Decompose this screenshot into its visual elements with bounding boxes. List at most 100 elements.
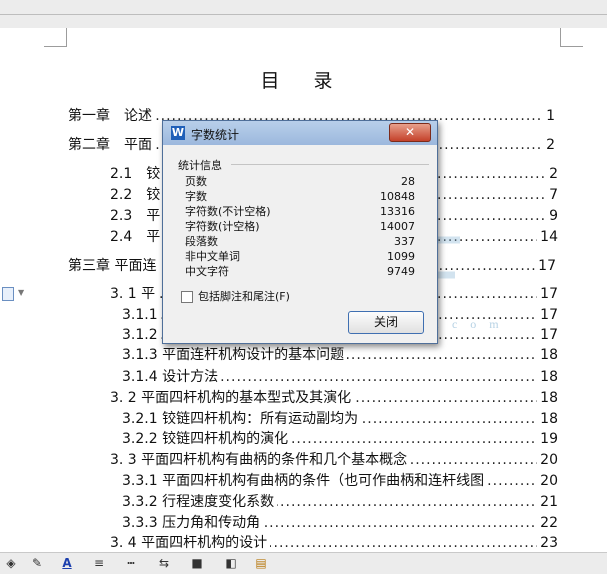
stat-value: 1099 [387,250,415,263]
stat-label: 中文字符 [185,265,229,278]
toc-line[interactable]: 3.2.2 铰链四杆机构的演化.........................… [122,429,558,449]
toc-entry-text: 2.3 平 [110,206,164,226]
stat-label: 字数 [185,190,207,203]
toc-entry-text: 3.3.1 平面四杆机构有曲柄的条件（也可作曲柄和连杆线图 [122,471,488,491]
include-footnotes-option[interactable]: 包括脚注和尾注(F) [181,289,290,304]
toc-page-number: 23 [537,533,558,552]
toc-entry-text: 3. 2 平面四杆机构的基本型式及其演化 [110,388,355,408]
dash-style-icon[interactable]: ┅ [122,555,140,571]
toc-entry-text: 3. 1 平 [110,284,159,304]
toc-page-number: 17 [537,284,558,304]
stat-row: 非中文单词 1099 [185,249,415,264]
toc-page-number: 2 [543,135,555,155]
arrow-style-icon[interactable]: ⇆ [155,555,173,571]
toc-line[interactable]: 3.3.2 行程速度变化系数..........................… [122,492,558,512]
chevron-down-icon[interactable]: ▼ [18,288,24,297]
stat-value: 14007 [380,220,415,233]
include-footnotes-checkbox[interactable] [181,291,193,303]
toc-page-number: 21 [537,492,558,512]
document-margin-icon[interactable] [2,287,14,301]
include-footnotes-label: 包括脚注和尾注(F) [198,290,290,303]
stat-value: 10848 [380,190,415,203]
stat-row: 中文字符 9749 [185,264,415,279]
toc-entry-text: 2.1 铰 [110,164,164,184]
line-style-icon[interactable]: ≡ [90,555,108,571]
toc-line[interactable]: 3. 3 平面四杆机构有曲柄的条件和几个基本概念................… [110,450,558,470]
toc-page-number: 18 [537,345,558,365]
stat-row: 段落数 337 [185,234,415,249]
toc-line[interactable]: 3.2.1 铰链四杆机构：所有运动副均为....................… [122,409,558,429]
document-title: 目 录 [260,70,347,92]
toc-entry-text: 2.4 平 [110,227,164,247]
toc-page-number: 18 [537,388,558,408]
toc-page-number: 9 [546,206,558,226]
toc-page-number: 20 [537,471,558,491]
toc-entry-text: 3.2.2 铰链四杆机构的演化 [122,429,292,449]
stat-value: 13316 [380,205,415,218]
toc-entry-text: 3.1.3 平面连杆机构设计的基本问题 [122,345,348,365]
stat-value: 28 [401,175,415,188]
toc-page-number: 7 [546,185,558,205]
toc-line[interactable]: 3.3.3 压力角和传动角...........................… [122,513,558,533]
stat-value: 337 [394,235,415,248]
toc-entry-text: 3.3.2 行程速度变化系数 [122,492,278,512]
close-button[interactable]: 关闭 [348,311,424,334]
toc-entry-text: 第三章 平面连 [68,256,160,276]
toc-page-number: 2 [546,164,558,184]
dialog-body: 统计信息 页数 28 字数 10848 字符数(不计空格) 13316 字符数(计空格… [171,151,429,337]
toc-entry-text: 3. 3 平面四杆机构有曲柄的条件和几个基本概念 [110,450,411,470]
shadow-icon[interactable]: ■ [188,555,206,571]
toc-page-number: 22 [537,513,558,533]
stat-label: 非中文单词 [185,250,240,263]
toc-entry-text: 3.2.1 铰链四杆机构：所有运动副均为 [122,409,362,429]
crop-mark-top-left [44,28,67,47]
close-icon[interactable]: ✕ [389,123,431,142]
toc-page-number: 1 [543,106,555,126]
toc-line[interactable]: 3.3.1 平面四杆机构有曲柄的条件（也可作曲柄和连杆线图...........… [122,471,558,491]
wps-app-icon: W [171,126,185,140]
stat-row: 页数 28 [185,174,415,189]
toc-page-number: 17 [537,305,558,325]
toc-line[interactable]: 3.1.4 设计方法..............................… [122,367,558,387]
stat-label: 段落数 [185,235,218,248]
paste-icon[interactable]: ▤ [252,555,270,571]
toc-entry-text: 3.1.4 设计方法 [122,367,222,387]
toc-page-number: 18 [537,409,558,429]
dialog-title: 字数统计 [191,128,240,142]
toc-page-number: 20 [537,450,558,470]
dialog-titlebar[interactable]: W 字数统计 ✕ [163,121,437,145]
toc-entry-text: 2.2 铰 [110,185,164,205]
stat-label: 页数 [185,175,207,188]
ruler-bar [0,0,607,29]
toc-entry-text: 3.3.3 压力角和传动角 [122,513,264,533]
toc-entry-text: 第一章 论述 [68,106,155,126]
toc-page-number: 14 [537,227,558,247]
crop-mark-top-right [560,28,583,47]
stat-label: 字符数(计空格) [185,220,260,233]
fill-color-icon[interactable]: ◈ [2,555,20,571]
toc-entry-text: 3.1.2 [122,325,161,345]
toc-entry-text: 第二章 平面 [68,135,155,155]
3d-icon[interactable]: ◧ [222,555,240,571]
stat-label: 字符数(不计空格) [185,205,271,218]
toc-page-number: 17 [537,325,558,345]
toc-page-number: 18 [537,367,558,387]
ruler-line [0,14,607,15]
toc-line[interactable]: 3. 4 平面四杆机构的设计..........................… [110,533,558,552]
stat-row: 字数 10848 [185,189,415,204]
stat-value: 9749 [387,265,415,278]
toc-line[interactable]: 3.1.3 平面连杆机构设计的基本问题.....................… [122,345,558,365]
toc-page-number: 17 [535,256,556,276]
group-divider [231,164,429,165]
pen-icon[interactable]: ✎ [28,555,46,571]
toc-entry-text: 3.1.1 [122,305,161,325]
stat-row: 字符数(计空格) 14007 [185,219,415,234]
word-count-dialog[interactable]: W 字数统计 ✕ 统计信息 页数 28 字数 10848 字符数(不计空格) 1331… [162,120,438,344]
toc-entry-text: 3. 4 平面四杆机构的设计 [110,533,271,552]
drawing-toolbar: ◈ ✎ A ≡ ┅ ⇆ ■ ◧ ▤ [0,552,607,574]
toc-line[interactable]: 3. 2 平面四杆机构的基本型式及其演化....................… [110,388,558,408]
toc-page-number: 19 [537,429,558,449]
stat-row: 字符数(不计空格) 13316 [185,204,415,219]
font-color-icon[interactable]: A [58,555,76,571]
statistics-group-title: 统计信息 [178,159,222,172]
